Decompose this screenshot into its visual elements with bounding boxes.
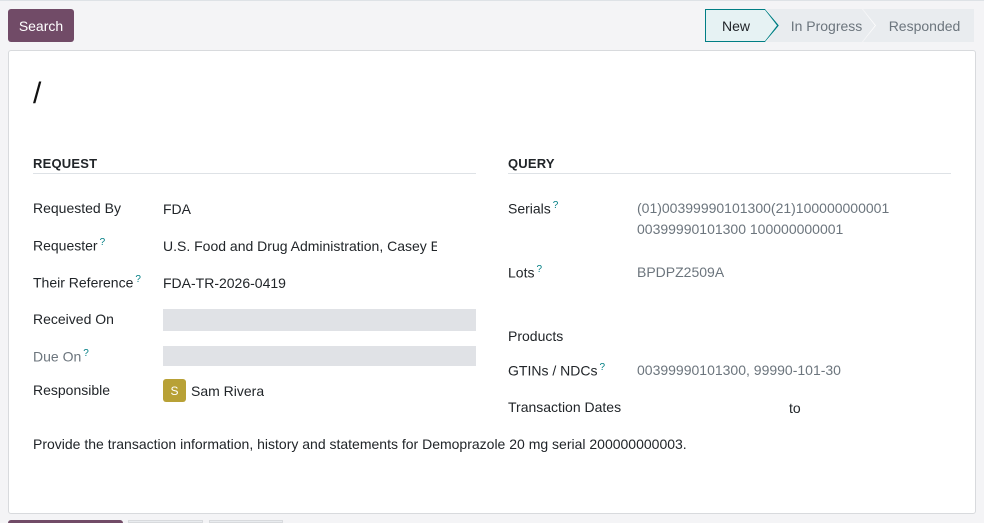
lots-field[interactable]: BPDPZ2509A [637, 262, 724, 283]
dates-to-separator: to [789, 400, 801, 416]
products-label: Products [508, 328, 564, 344]
requested-by-field[interactable]: FDA [163, 201, 191, 217]
form-sheet: / REQUEST Requested By FDA Requester? U.… [8, 50, 976, 514]
requester-field[interactable]: U.S. Food and Drug Administration, Casey… [163, 238, 437, 254]
stage-new-label: New [721, 17, 750, 34]
serials-label: Serials? [508, 200, 559, 217]
avatar: S [163, 379, 186, 402]
stage-in-progress[interactable]: In Progress [766, 9, 875, 42]
their-reference-field[interactable]: FDA-TR-2026-0419 [163, 275, 286, 291]
help-icon[interactable]: ? [553, 200, 559, 211]
transaction-dates-label: Transaction Dates [508, 399, 622, 415]
stage-responded-label: Responded [888, 17, 961, 34]
help-icon[interactable]: ? [599, 362, 605, 373]
lots-label: Lots? [508, 264, 543, 281]
help-icon[interactable]: ? [100, 237, 106, 248]
request-section-divider [33, 173, 476, 174]
received-on-label: Received On [33, 311, 114, 327]
query-section-title: QUERY [508, 156, 555, 171]
stage-in-progress-label: In Progress [790, 17, 863, 34]
stage-new[interactable]: New [705, 9, 767, 42]
status-bar: In Progress Responded New [705, 9, 974, 42]
stage-responded[interactable]: Responded [863, 9, 974, 42]
requested-by-label: Requested By [33, 200, 121, 216]
query-section-divider [508, 173, 951, 174]
serials-field[interactable]: (01)00399990101300(21)100000000001 00399… [637, 198, 889, 240]
due-on-field[interactable] [163, 346, 476, 366]
help-icon[interactable]: ? [135, 274, 141, 285]
responsible-label: Responsible [33, 382, 111, 398]
help-icon[interactable]: ? [536, 264, 542, 275]
responsible-field[interactable]: Sam Rivera [191, 383, 264, 399]
search-button[interactable]: Search [8, 9, 74, 42]
gtins-label: GTINs / NDCs? [508, 362, 606, 379]
record-name[interactable]: / [33, 77, 41, 111]
help-icon[interactable]: ? [83, 348, 89, 359]
request-note[interactable]: Provide the transaction information, his… [33, 436, 687, 452]
gtins-field[interactable]: 00399990101300, 99990-101-30 [637, 360, 841, 381]
their-reference-label: Their Reference? [33, 274, 141, 291]
requester-label: Requester? [33, 237, 106, 254]
request-section-title: REQUEST [33, 156, 98, 171]
received-on-field[interactable] [163, 309, 476, 331]
serials-line: (01)00399990101300(21)100000000001 [637, 200, 890, 216]
top-divider [0, 0, 984, 1]
serials-line: 00399990101300 100000000001 [637, 221, 844, 237]
due-on-label: Due On? [33, 348, 89, 365]
